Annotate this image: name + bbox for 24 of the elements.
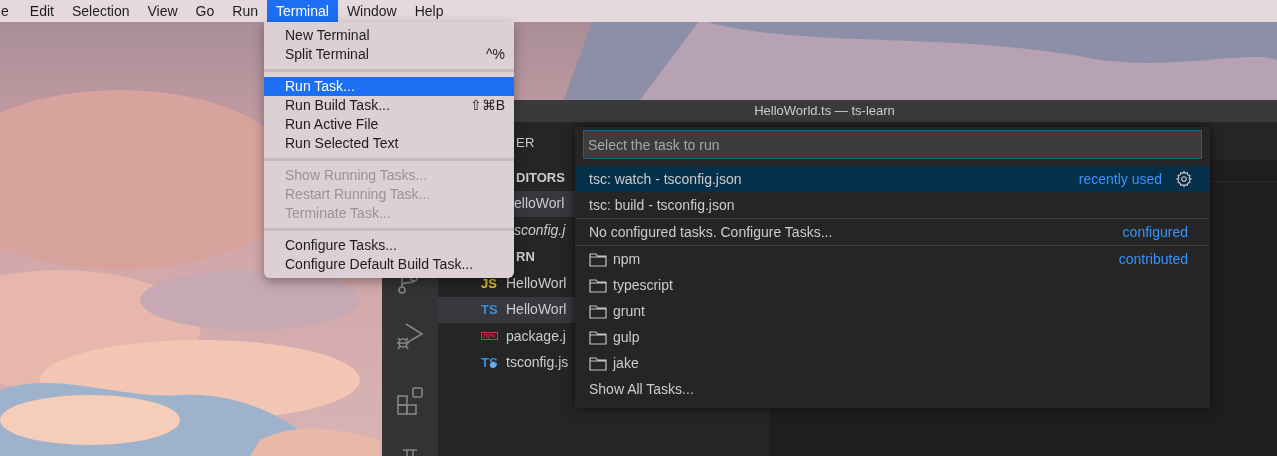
task-label: tsc: watch - tsconfig.json xyxy=(589,169,743,189)
panel-title: ER xyxy=(516,134,535,153)
task-label: gulp xyxy=(613,327,641,347)
task-label: typescript xyxy=(613,275,674,295)
task-group-label: recently used xyxy=(1078,169,1162,189)
file-name: tsconfig.js xyxy=(506,353,569,373)
window-title: HelloWorld.ts — ts-learn xyxy=(754,102,895,121)
section-header: DITORS xyxy=(516,168,565,187)
task-label: tsc: build - tsconfig.json xyxy=(589,195,736,215)
file-name: package.j xyxy=(506,326,566,346)
shortcut-label: ⇧⌘B xyxy=(469,96,505,115)
file-name: HelloWorl xyxy=(506,273,567,293)
file-name: HelloWorl xyxy=(506,300,567,320)
task-group-label: contributed xyxy=(1118,249,1188,269)
js-file-icon: JS xyxy=(481,273,503,293)
task-label: Show All Tasks... xyxy=(589,379,695,399)
ts-file-icon: TS xyxy=(481,300,503,320)
task-group-label: configured xyxy=(1122,222,1188,242)
task-label: npm xyxy=(613,249,642,269)
section-header: RN xyxy=(516,248,535,266)
shortcut-label: ^% xyxy=(485,45,505,64)
task-label: No configured tasks. Configure Tasks... xyxy=(589,222,834,242)
task-label: grunt xyxy=(613,301,646,321)
task-label: jake xyxy=(613,353,640,373)
